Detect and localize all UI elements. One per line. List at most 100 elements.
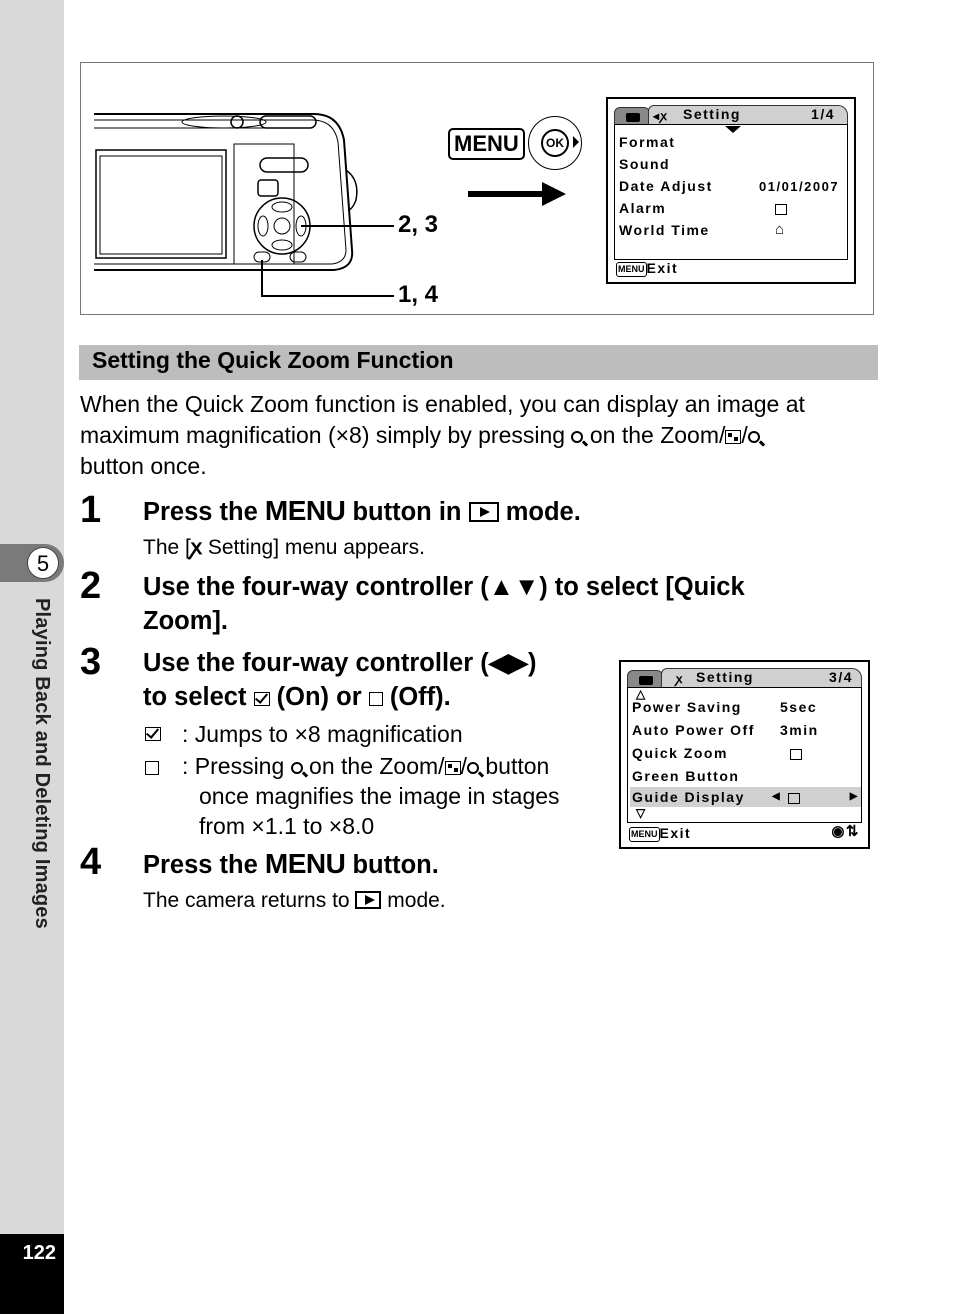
ok-updown-icon: ◉⇅ [831,823,860,840]
text: (Off). [389,683,451,711]
menu-word: MENU [264,848,346,879]
item-label: Quick Zoom [632,745,728,761]
thumbnail-icon [725,430,742,444]
tab-title: Setting [683,106,741,122]
item-label: Sound [619,156,671,172]
zoom-in-icon [571,431,584,443]
page-indicator: 3/4 [829,669,853,685]
off-box-icon [775,197,787,219]
footer: MENU Exit [616,259,678,277]
left-arrow-icon: ◀ [772,791,782,802]
footer: MENU Exit [629,824,691,842]
lcd-screen-setting-3: ꭗ Setting 3/4 △ Power Saving 5sec Auto Po… [619,660,870,849]
scroll-down-icon: ▽ [636,806,647,820]
text: Press the [143,498,258,526]
callout-steps-1-4: 1, 4 [398,281,439,308]
step-heading: Use the four-way controller (◀▶) to sele… [143,646,536,714]
setting-tab: ꭗ Setting 3/4 [661,668,862,688]
item-label: Green Button [632,768,740,784]
ok-button-icon: OK [528,116,582,170]
menu-item[interactable]: Alarm [619,197,843,219]
empty-box-icon [145,761,159,775]
item-label: Auto Power Off [632,722,755,738]
off-description-line: from ×1.1 to ×8.0 [199,813,375,839]
zoom-in-icon [747,431,760,443]
wrench-icon: ◂ꭗ [653,109,669,123]
step-heading: Press the MENU button. [143,847,439,882]
menu-item[interactable]: Sound [619,153,843,175]
step-number: 3 [80,641,102,683]
checked-box-icon [145,727,161,741]
ok-label: OK [541,129,569,157]
zoom-in-icon [290,762,303,774]
exit-label: Exit [646,260,679,276]
text: Zoom]. [143,607,228,635]
step-number: 2 [80,565,102,607]
menu-item[interactable]: Power Saving 5sec [632,696,857,718]
menu-button-icon: MENU [448,128,525,160]
intro-paragraph: When the Quick Zoom function is enabled,… [80,391,805,479]
on-description: : Jumps to ×8 magnification [182,721,463,747]
thumbnail-icon [444,761,461,775]
off-description: : Pressing on the Zoom// button [182,753,550,779]
text: Use the four-way controller (▲▼) to sele… [143,573,745,601]
step-description: The [ꭗ Setting] menu appears. [143,534,425,562]
camera-back-illustration [94,113,394,297]
text: button [485,753,550,779]
menu-item[interactable]: Auto Power Off 3min [632,719,857,741]
wrench-icon: ꭗ [190,536,202,559]
step-heading: Use the four-way controller (▲▼) to sele… [143,570,745,638]
text: : Pressing [182,753,285,779]
page-indicator: 1/4 [811,106,835,122]
text: The [ [143,536,191,559]
menu-item[interactable]: Format [619,131,843,153]
text: The camera returns to [143,889,350,912]
step-number: 1 [80,489,102,531]
menu-item[interactable]: Date Adjust 01/01/2007 [619,175,843,197]
text: mode. [387,889,446,912]
playback-icon [355,891,382,909]
item-label: Power Saving [632,699,742,715]
text: (On) or [276,683,362,711]
menu-key-icon: MENU [629,826,660,842]
menu-item-selected[interactable]: Guide Display ◀ ▶ [630,787,861,807]
off-box-icon [790,742,802,764]
playback-icon [468,502,499,522]
camera-tab-icon [614,107,650,125]
item-label: Guide Display [632,789,745,805]
text: to select [143,683,247,711]
chapter-number: 5 [27,547,59,579]
section-title: Setting the Quick Zoom Function [92,347,454,373]
tab-title: Setting [696,669,754,685]
text: Use the four-way controller (◀▶) [143,649,537,677]
camera-tab-icon [627,670,663,688]
step-heading: Press the MENU button in mode. [143,494,581,529]
empty-box-icon [368,692,383,706]
exit-label: Exit [659,825,692,841]
intro-text: button once. [80,453,207,479]
off-box-icon [788,787,800,807]
off-description-line: once magnifies the image in stages [199,783,560,809]
text: Setting] menu appears. [207,536,425,559]
checked-box-icon [253,692,270,706]
intro-text: on the Zoom/ [589,422,726,448]
menu-item[interactable]: Green Button [632,765,857,787]
item-label: Date Adjust [619,178,713,194]
home-icon: ⌂ [775,221,786,238]
menu-word: MENU [264,495,346,526]
menu-item[interactable]: Quick Zoom [632,742,857,764]
item-value: 3min [780,722,819,738]
text: button. [352,851,439,879]
step-description: The camera returns to mode. [143,887,446,915]
step-number: 4 [80,841,102,883]
menu-list: Format Sound Date Adjust 01/01/2007 Alarm… [614,124,848,260]
zoom-in-icon [466,762,479,774]
item-value: 01/01/2007 [759,179,840,194]
menu-item[interactable]: World Time ⌂ [619,219,843,241]
item-label: Format [619,134,676,150]
callout-steps-2-3: 2, 3 [398,211,439,238]
wrench-icon: ꭗ [676,672,684,686]
arrow-right-icon [468,182,566,206]
item-value: 5sec [780,699,818,715]
menu-list: △ Power Saving 5sec Auto Power Off 3min Qu… [627,687,862,823]
